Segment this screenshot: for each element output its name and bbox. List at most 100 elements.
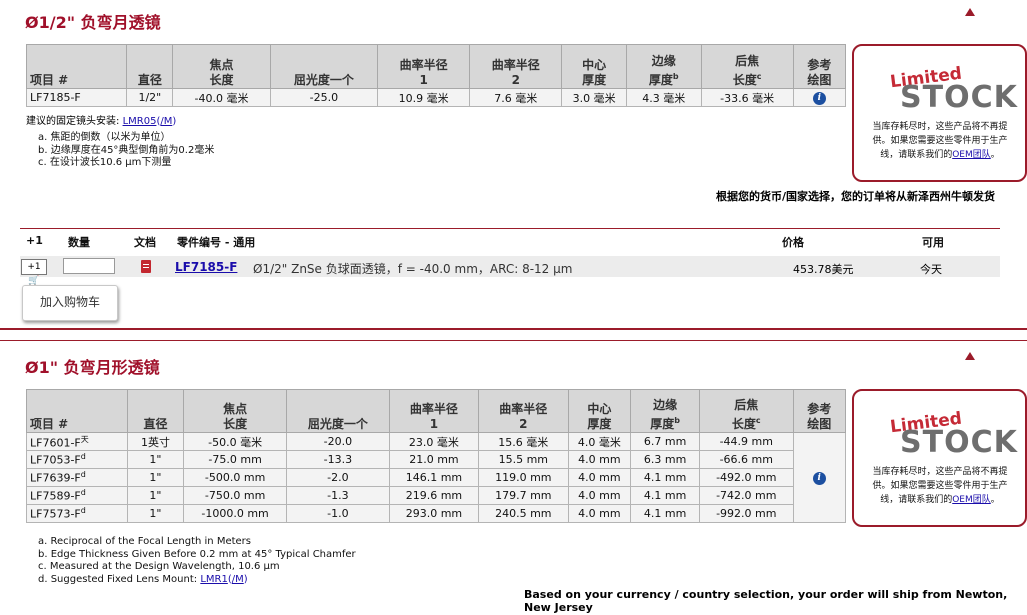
cart-icon[interactable]: +1🛒 <box>21 259 47 286</box>
cell-diopter: -25.0 <box>269 88 379 107</box>
col-avail: 可用 <box>922 236 944 249</box>
mount-note: 建议的固定镜头安装: LMR05(/M) <box>26 116 177 127</box>
up-arrow-icon[interactable] <box>965 352 975 360</box>
cell-et: 4.1 mm <box>630 468 701 487</box>
ship-notice: Based on your currency / country selecti… <box>524 588 1008 614</box>
col-ct: 中心 厚度 <box>561 44 627 89</box>
section1-spec-table: 项目 # 直径 焦点 长度 屈光度一个 曲率半径 1 曲率半径 2 中心 厚度 边缘 厚度… <box>25 44 847 107</box>
section2-notes: a. Reciprocal of the Focal Length in Met… <box>38 536 356 586</box>
cell-item: LF7601-F天 <box>26 432 128 451</box>
table-row: LF7601-F天 1英寸 -50.0 毫米 -20.0 23.0 毫米 15.… <box>26 432 847 523</box>
table-row: LF7053-Fd 1" -75.0 mm -13.3 21.0 mm 15.5… <box>26 450 846 469</box>
cell-diameter: 1" <box>126 450 185 469</box>
quantity-input[interactable] <box>63 258 115 274</box>
cell-diameter: 1" <box>126 504 185 523</box>
cell-ref: i <box>792 432 847 523</box>
section2-title: Ø1" 负弯月形透镜 <box>25 358 160 377</box>
mount-link-lmr05[interactable]: LMR05 <box>123 116 157 127</box>
part-description: Ø1/2" ZnSe 负球面透镜，f = -40.0 mm，ARC: 8-12 … <box>253 262 573 276</box>
cell-focal: -1000.0 mm <box>183 504 287 523</box>
note-c: c. 在设计波长10.6 µm下测量 <box>38 157 172 168</box>
cell-bfl: -992.0 mm <box>699 504 794 523</box>
col-diopter: 屈光度一个 <box>269 44 379 89</box>
col-item: 项目 # <box>26 389 128 433</box>
mount-link-lmr1[interactable]: LMR1 <box>200 574 228 585</box>
cell-r2: 15.6 毫米 <box>478 432 569 451</box>
info-icon[interactable]: i <box>812 92 826 105</box>
cell-r1: 293.0 mm <box>388 504 480 523</box>
cell-et: 4.1 mm <box>630 504 701 523</box>
cell-focal: -75.0 mm <box>183 450 287 469</box>
table-row: LF7589-Fd 1" -750.0 mm -1.3 219.6 mm 179… <box>26 486 846 505</box>
cell-diopter: -2.0 <box>285 468 390 487</box>
info-icon[interactable]: i <box>812 472 826 485</box>
col-price: 价格 <box>782 236 804 249</box>
section-divider <box>0 328 1027 330</box>
table-row: LF7185-F 1/2" -40.0 毫米 -25.0 10.9 毫米 7.6… <box>25 88 847 107</box>
cell-ct: 4.0 mm <box>567 468 632 487</box>
col-et: 边缘 厚度b <box>630 389 701 433</box>
cell-focal: -750.0 mm <box>183 486 287 505</box>
cell-r2: 119.0 mm <box>478 468 569 487</box>
col-ref: 参考 绘图 <box>792 44 847 89</box>
cell-diameter: 1" <box>126 468 185 487</box>
note-a: a. 焦距的倒数（以米为单位） <box>38 132 171 143</box>
cell-item: LF7053-Fd <box>26 450 128 469</box>
cell-bfl: -44.9 mm <box>699 432 794 451</box>
stock-box-text: 当库存耗尽时，这些产品将不再提 供。如果您需要这些零件用于生产 线，请联系我们的… <box>872 122 1008 160</box>
cell-r1: 146.1 mm <box>388 468 480 487</box>
col-diameter: 直径 <box>126 44 174 89</box>
cell-r2: 7.6 毫米 <box>469 88 563 107</box>
note-c: c. Measured at the Design Wavelength, 10… <box>38 561 280 572</box>
mount-link-lmr05-m[interactable]: /M <box>160 116 172 127</box>
cell-item: LF7589-Fd <box>26 486 128 505</box>
cell-r1: 219.6 mm <box>388 486 480 505</box>
section1-title: Ø1/2" 负弯月透镜 <box>25 13 161 32</box>
col-diameter: 直径 <box>126 389 185 433</box>
cell-ct: 4.0 mm <box>567 450 632 469</box>
cell-r1: 23.0 毫米 <box>388 432 480 451</box>
stock-label: STOCK <box>900 425 1018 460</box>
cell-item: LF7573-Fd <box>26 504 128 523</box>
up-arrow-icon[interactable] <box>965 8 975 16</box>
col-diopter: 屈光度一个 <box>285 389 390 433</box>
cell-ct: 3.0 毫米 <box>561 88 627 107</box>
note-b: b. Edge Thickness Given Before 0.2 mm at… <box>38 548 356 560</box>
oem-team-link[interactable]: OEM团队 <box>952 150 991 160</box>
cell-diopter: -20.0 <box>285 432 390 451</box>
col-r1: 曲率半径 1 <box>388 389 480 433</box>
cell-r2: 240.5 mm <box>478 504 569 523</box>
cell-bfl: -66.6 mm <box>699 450 794 469</box>
cell-diameter: 1/2" <box>126 88 174 107</box>
col-r1: 曲率半径 1 <box>377 44 471 89</box>
mount-link-lmr1-m[interactable]: /M <box>232 574 244 585</box>
cell-bfl: -742.0 mm <box>699 486 794 505</box>
col-bfl: 后焦 长度c <box>700 44 794 89</box>
cell-diopter: -1.3 <box>285 486 390 505</box>
oem-team-link[interactable]: OEM团队 <box>952 495 991 505</box>
order-divider-top <box>20 228 1000 229</box>
stock-label: STOCK <box>900 80 1018 115</box>
col-ct: 中心 厚度 <box>567 389 632 433</box>
col-focal: 焦点 长度 <box>183 389 287 433</box>
add-to-cart-button[interactable]: 加入购物车 <box>22 285 118 321</box>
col-part: 零件编号 - 通用 <box>177 236 256 249</box>
cell-et: 4.3 毫米 <box>625 88 702 107</box>
cell-ref: i <box>792 88 847 107</box>
col-focal: 焦点 长度 <box>172 44 271 89</box>
col-qty: 数量 <box>68 236 90 249</box>
part-number-link[interactable]: LF7185-F <box>175 260 237 274</box>
cell-et: 6.3 mm <box>630 450 701 469</box>
col-r2: 曲率半径 2 <box>469 44 563 89</box>
ship-notice: 根据您的货币/国家选择，您的订单将从新泽西州牛顿发货 <box>716 190 996 203</box>
cell-focal: -500.0 mm <box>183 468 287 487</box>
cell-focal: -40.0 毫米 <box>172 88 271 107</box>
document-icon[interactable] <box>141 260 151 273</box>
section-divider-thin <box>0 340 1027 341</box>
col-item: 项目 # <box>25 44 128 89</box>
cell-bfl: -492.0 mm <box>699 468 794 487</box>
cell-r2: 179.7 mm <box>478 486 569 505</box>
col-et: 边缘 厚度b <box>625 44 702 89</box>
cell-item: LF7185-F <box>25 88 128 107</box>
cell-bfl: -33.6 毫米 <box>700 88 794 107</box>
